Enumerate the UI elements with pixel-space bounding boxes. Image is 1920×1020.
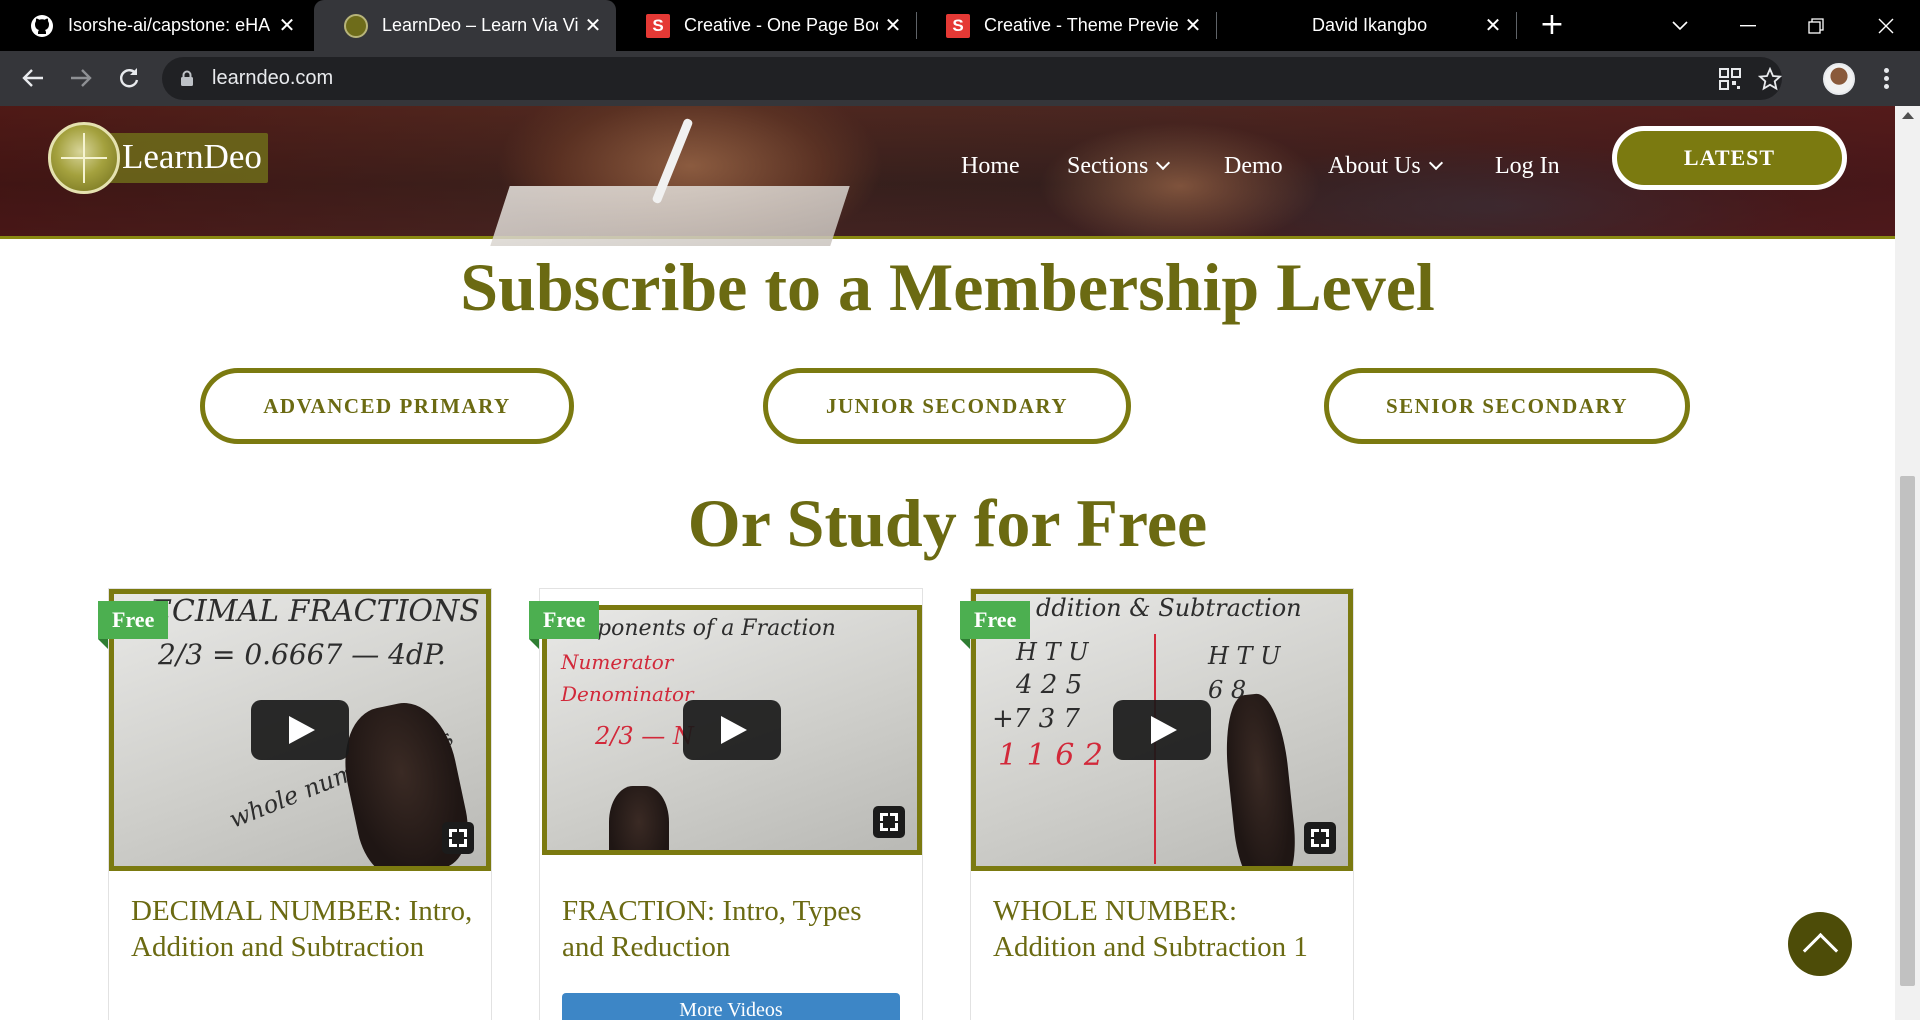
tab-title: David Ikangbo bbox=[1312, 15, 1428, 35]
hand-image bbox=[1220, 691, 1300, 866]
site-header: LearnDeo Home Sections Demo About Us Log… bbox=[0, 106, 1895, 246]
bookmark-star-icon[interactable] bbox=[1757, 66, 1783, 91]
close-window-icon[interactable] bbox=[1858, 0, 1914, 51]
tab-creative-one-page[interactable]: S Creative - One Page Boot ✕ bbox=[616, 0, 916, 51]
close-tab-icon[interactable]: ✕ bbox=[1478, 13, 1508, 38]
back-arrow-icon[interactable] bbox=[14, 59, 52, 97]
video-title[interactable]: DECIMAL NUMBER: Intro, Addition and Subt… bbox=[131, 893, 476, 965]
tab-creative-preview[interactable]: S Creative - Theme Preview ✕ bbox=[916, 0, 1216, 51]
tab-separator bbox=[1516, 12, 1517, 39]
scroll-up-arrow-icon[interactable] bbox=[1902, 112, 1914, 119]
board-text: H T U bbox=[1016, 638, 1089, 666]
play-button-icon[interactable] bbox=[1113, 700, 1211, 760]
nav-label: Sections bbox=[1067, 152, 1149, 179]
forward-arrow-icon[interactable] bbox=[62, 59, 100, 97]
video-card-whole-number: Free ddition & Subtraction H T U 4 2 5 +… bbox=[960, 588, 1354, 1020]
s-brand-icon: S bbox=[646, 13, 670, 38]
blank-favicon-icon bbox=[1246, 14, 1270, 38]
free-study-heading: Or Study for Free bbox=[687, 485, 1208, 561]
learndeo-icon bbox=[344, 13, 368, 38]
latest-button[interactable]: LATEST bbox=[1612, 126, 1847, 190]
address-bar[interactable]: learndeo.com bbox=[162, 57, 1783, 100]
board-text: 1 1 6 2 bbox=[998, 738, 1103, 773]
globe-logo-icon bbox=[48, 122, 120, 194]
video-title[interactable]: FRACTION: Intro, Types and Reduction bbox=[562, 893, 907, 965]
chevron-down-icon bbox=[1428, 155, 1443, 171]
video-thumbnail[interactable]: ponents of a Fraction Numerator Denomina… bbox=[542, 605, 922, 855]
board-text: ddition & Subtraction bbox=[1036, 594, 1302, 622]
tab-search-chevron-icon[interactable] bbox=[1652, 0, 1708, 51]
nav-label: Demo bbox=[1224, 152, 1283, 179]
free-badge: Free bbox=[960, 601, 1031, 649]
board-text: 2/3 — N bbox=[595, 722, 694, 750]
reload-icon[interactable] bbox=[110, 59, 148, 97]
board-text: ECIMAL FRACTIONS bbox=[150, 594, 480, 629]
minimize-icon[interactable] bbox=[1720, 0, 1776, 51]
close-tab-icon[interactable]: ✕ bbox=[1178, 13, 1208, 38]
github-icon bbox=[30, 14, 54, 38]
board-text: Numerator bbox=[561, 650, 674, 674]
nav-log-in[interactable]: Log In bbox=[1495, 146, 1560, 186]
play-button-icon[interactable] bbox=[251, 700, 349, 760]
board-text: 2/3 = 0.6667 — 4dP. bbox=[158, 638, 446, 671]
senior-secondary-button[interactable]: SENIOR SECONDARY bbox=[1324, 368, 1690, 444]
chevron-down-icon bbox=[1156, 155, 1171, 171]
profile-avatar[interactable] bbox=[1823, 63, 1855, 95]
tab-title: Creative - One Page Boot bbox=[684, 15, 878, 35]
junior-secondary-button[interactable]: JUNIOR SECONDARY bbox=[763, 368, 1131, 444]
page-viewport: LearnDeo Home Sections Demo About Us Log… bbox=[0, 106, 1920, 1020]
nav-label: About Us bbox=[1328, 152, 1421, 179]
scroll-to-top-button[interactable] bbox=[1788, 912, 1852, 976]
nav-demo[interactable]: Demo bbox=[1224, 146, 1283, 186]
new-tab-plus-icon[interactable]: + bbox=[1534, 8, 1570, 44]
qr-code-icon[interactable] bbox=[1718, 67, 1742, 91]
page-scrollbar[interactable] bbox=[1895, 106, 1920, 1020]
tab-title: Isorshe-ai/capstone: eHA bbox=[68, 15, 271, 35]
nav-home[interactable]: Home bbox=[961, 146, 1020, 186]
board-text: +7 3 7 bbox=[992, 704, 1080, 734]
membership-heading: Subscribe to a Membership Level bbox=[460, 249, 1435, 325]
board-text: 4 2 5 bbox=[1016, 670, 1083, 700]
board-text: ponents of a Fraction bbox=[597, 616, 836, 641]
hero-background-image bbox=[490, 186, 850, 246]
lock-icon[interactable] bbox=[180, 70, 194, 91]
play-button-icon[interactable] bbox=[683, 700, 781, 760]
browser-toolbar: learndeo.com bbox=[0, 51, 1920, 106]
tab-learndeo[interactable]: LearnDeo – Learn Via Vide ✕ bbox=[314, 0, 616, 51]
browser-tab-strip: Isorshe-ai/capstone: eHA ✕ LearnDeo – Le… bbox=[0, 0, 1920, 51]
more-videos-button[interactable]: More Videos bbox=[562, 993, 900, 1020]
tab-david-ikangbo[interactable]: David Ikangbo ✕ bbox=[1216, 0, 1516, 51]
fullscreen-icon[interactable] bbox=[442, 822, 474, 854]
free-badge: Free bbox=[529, 601, 600, 649]
fullscreen-icon[interactable] bbox=[1304, 822, 1336, 854]
hand-image bbox=[609, 786, 669, 850]
close-tab-icon[interactable]: ✕ bbox=[272, 13, 302, 38]
tab-title: Creative - Theme Preview bbox=[984, 15, 1178, 35]
tab-github[interactable]: Isorshe-ai/capstone: eHA ✕ bbox=[0, 0, 310, 51]
close-tab-icon[interactable]: ✕ bbox=[578, 13, 608, 38]
board-text: H T U bbox=[1208, 642, 1281, 670]
logo-text: LearnDeo bbox=[108, 133, 268, 183]
board-text: Denominator bbox=[561, 682, 694, 706]
close-tab-icon[interactable]: ✕ bbox=[878, 13, 908, 38]
scrollbar-thumb[interactable] bbox=[1900, 476, 1915, 986]
url-text: learndeo.com bbox=[212, 67, 334, 89]
site-logo[interactable]: LearnDeo bbox=[48, 122, 288, 194]
s-brand-icon: S bbox=[946, 13, 970, 38]
free-badge: Free bbox=[98, 601, 169, 649]
advanced-primary-button[interactable]: ADVANCED PRIMARY bbox=[200, 368, 574, 444]
video-title[interactable]: WHOLE NUMBER: Addition and Subtraction 1 bbox=[993, 893, 1338, 965]
fullscreen-icon[interactable] bbox=[873, 806, 905, 838]
video-card-fraction: Free ponents of a Fraction Numerator Den… bbox=[529, 588, 923, 1020]
nav-about-us[interactable]: About Us bbox=[1328, 146, 1443, 186]
nav-label: Home bbox=[961, 152, 1020, 179]
browser-menu-icon[interactable] bbox=[1876, 65, 1896, 93]
nav-label: Log In bbox=[1495, 152, 1560, 179]
nav-sections[interactable]: Sections bbox=[1067, 146, 1171, 186]
restore-icon[interactable] bbox=[1788, 0, 1844, 51]
video-card-decimal-number: Free ECIMAL FRACTIONS 2/3 = 0.6667 — 4dP… bbox=[98, 588, 492, 1020]
tab-title: LearnDeo – Learn Via Vide bbox=[382, 15, 578, 35]
